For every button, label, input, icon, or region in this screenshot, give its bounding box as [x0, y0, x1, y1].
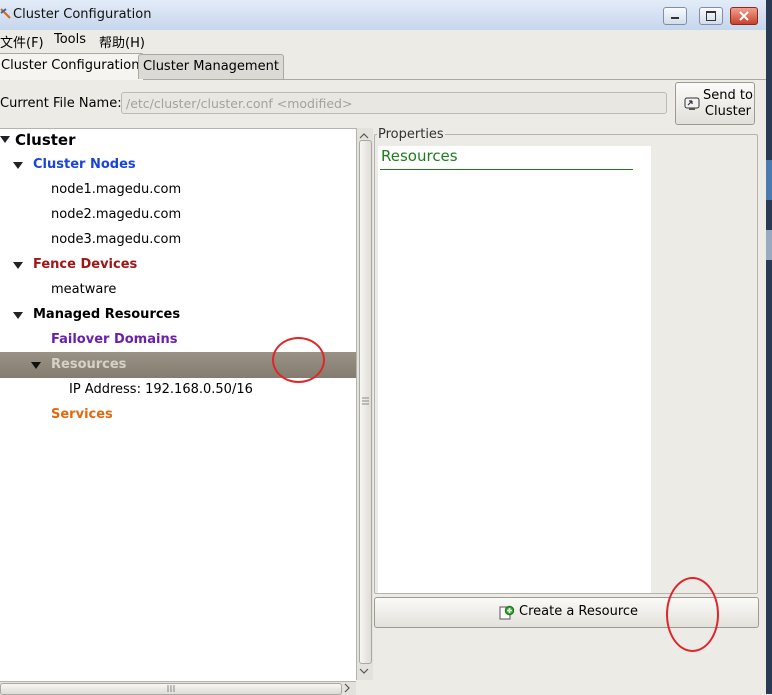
file-name-field[interactable]	[121, 92, 667, 114]
tree-item-managed-resources[interactable]: Managed Resources	[33, 307, 180, 322]
window-title: Cluster Configuration	[13, 7, 152, 22]
expander-cluster-nodes-icon[interactable]	[13, 162, 23, 169]
maximize-icon	[706, 11, 716, 21]
vertical-scroll-thumb[interactable]	[359, 140, 372, 664]
minimize-button[interactable]	[663, 7, 687, 25]
file-name-label: Current File Name:	[0, 96, 122, 111]
tree-item-resources[interactable]: Resources	[51, 357, 126, 372]
menu-tools[interactable]: Tools	[54, 32, 86, 47]
desktop-edge	[766, 0, 772, 694]
tree-item-cluster[interactable]: Cluster	[15, 131, 76, 149]
close-icon	[739, 11, 749, 21]
grip-icon	[362, 397, 369, 405]
scroll-down-icon[interactable]	[358, 665, 370, 677]
send-icon	[684, 97, 700, 110]
expander-fence-devices-icon[interactable]	[13, 262, 23, 269]
tree-item-node3[interactable]: node3.magedu.com	[51, 232, 181, 247]
tab-cluster-management[interactable]: Cluster Management	[138, 54, 284, 79]
send-to-cluster-button[interactable]: Send to Cluster	[675, 82, 755, 125]
app-icon	[0, 8, 11, 19]
scroll-right-icon[interactable]	[342, 683, 352, 693]
expander-managed-resources-icon[interactable]	[13, 312, 23, 319]
tree-item-node2[interactable]: node2.magedu.com	[51, 207, 181, 222]
menu-help[interactable]: 帮助(H)	[99, 32, 145, 51]
expander-cluster-icon[interactable]	[0, 136, 10, 143]
menu-file[interactable]: 文件(F)	[0, 32, 44, 51]
send-to-cluster-label: Send to Cluster	[703, 88, 753, 119]
tree-item-services[interactable]: Services	[51, 407, 113, 422]
properties-heading-rule	[380, 169, 633, 170]
properties-legend: Properties	[377, 127, 445, 142]
properties-content	[378, 146, 651, 593]
tree-item-fence-devices[interactable]: Fence Devices	[33, 257, 137, 272]
annotation-circle	[272, 337, 325, 383]
horizontal-scroll-thumb[interactable]	[0, 683, 342, 695]
minimize-icon	[671, 17, 679, 19]
tab-cluster-configuration[interactable]: Cluster Configuration	[0, 53, 145, 80]
maximize-button[interactable]	[699, 7, 723, 25]
tree-item-failover-domains[interactable]: Failover Domains	[51, 332, 177, 347]
ip-address-key: IP Address:	[69, 382, 141, 397]
annotation-circle	[666, 577, 719, 652]
close-button[interactable]	[730, 7, 758, 25]
properties-heading: Resources	[381, 147, 458, 165]
expander-resources-icon[interactable]	[31, 362, 41, 369]
ip-address-value: 192.168.0.50/16	[145, 382, 253, 397]
tree-item-node1[interactable]: node1.magedu.com	[51, 182, 181, 197]
tree-item-meatware[interactable]: meatware	[51, 282, 116, 297]
create-resource-label: Create a Resource	[519, 604, 639, 619]
add-resource-icon	[499, 605, 514, 620]
tree-item-cluster-nodes[interactable]: Cluster Nodes	[33, 157, 136, 172]
grip-icon	[167, 685, 175, 692]
tree-item-ip-address[interactable]: IP Address: 192.168.0.50/16	[69, 382, 253, 397]
